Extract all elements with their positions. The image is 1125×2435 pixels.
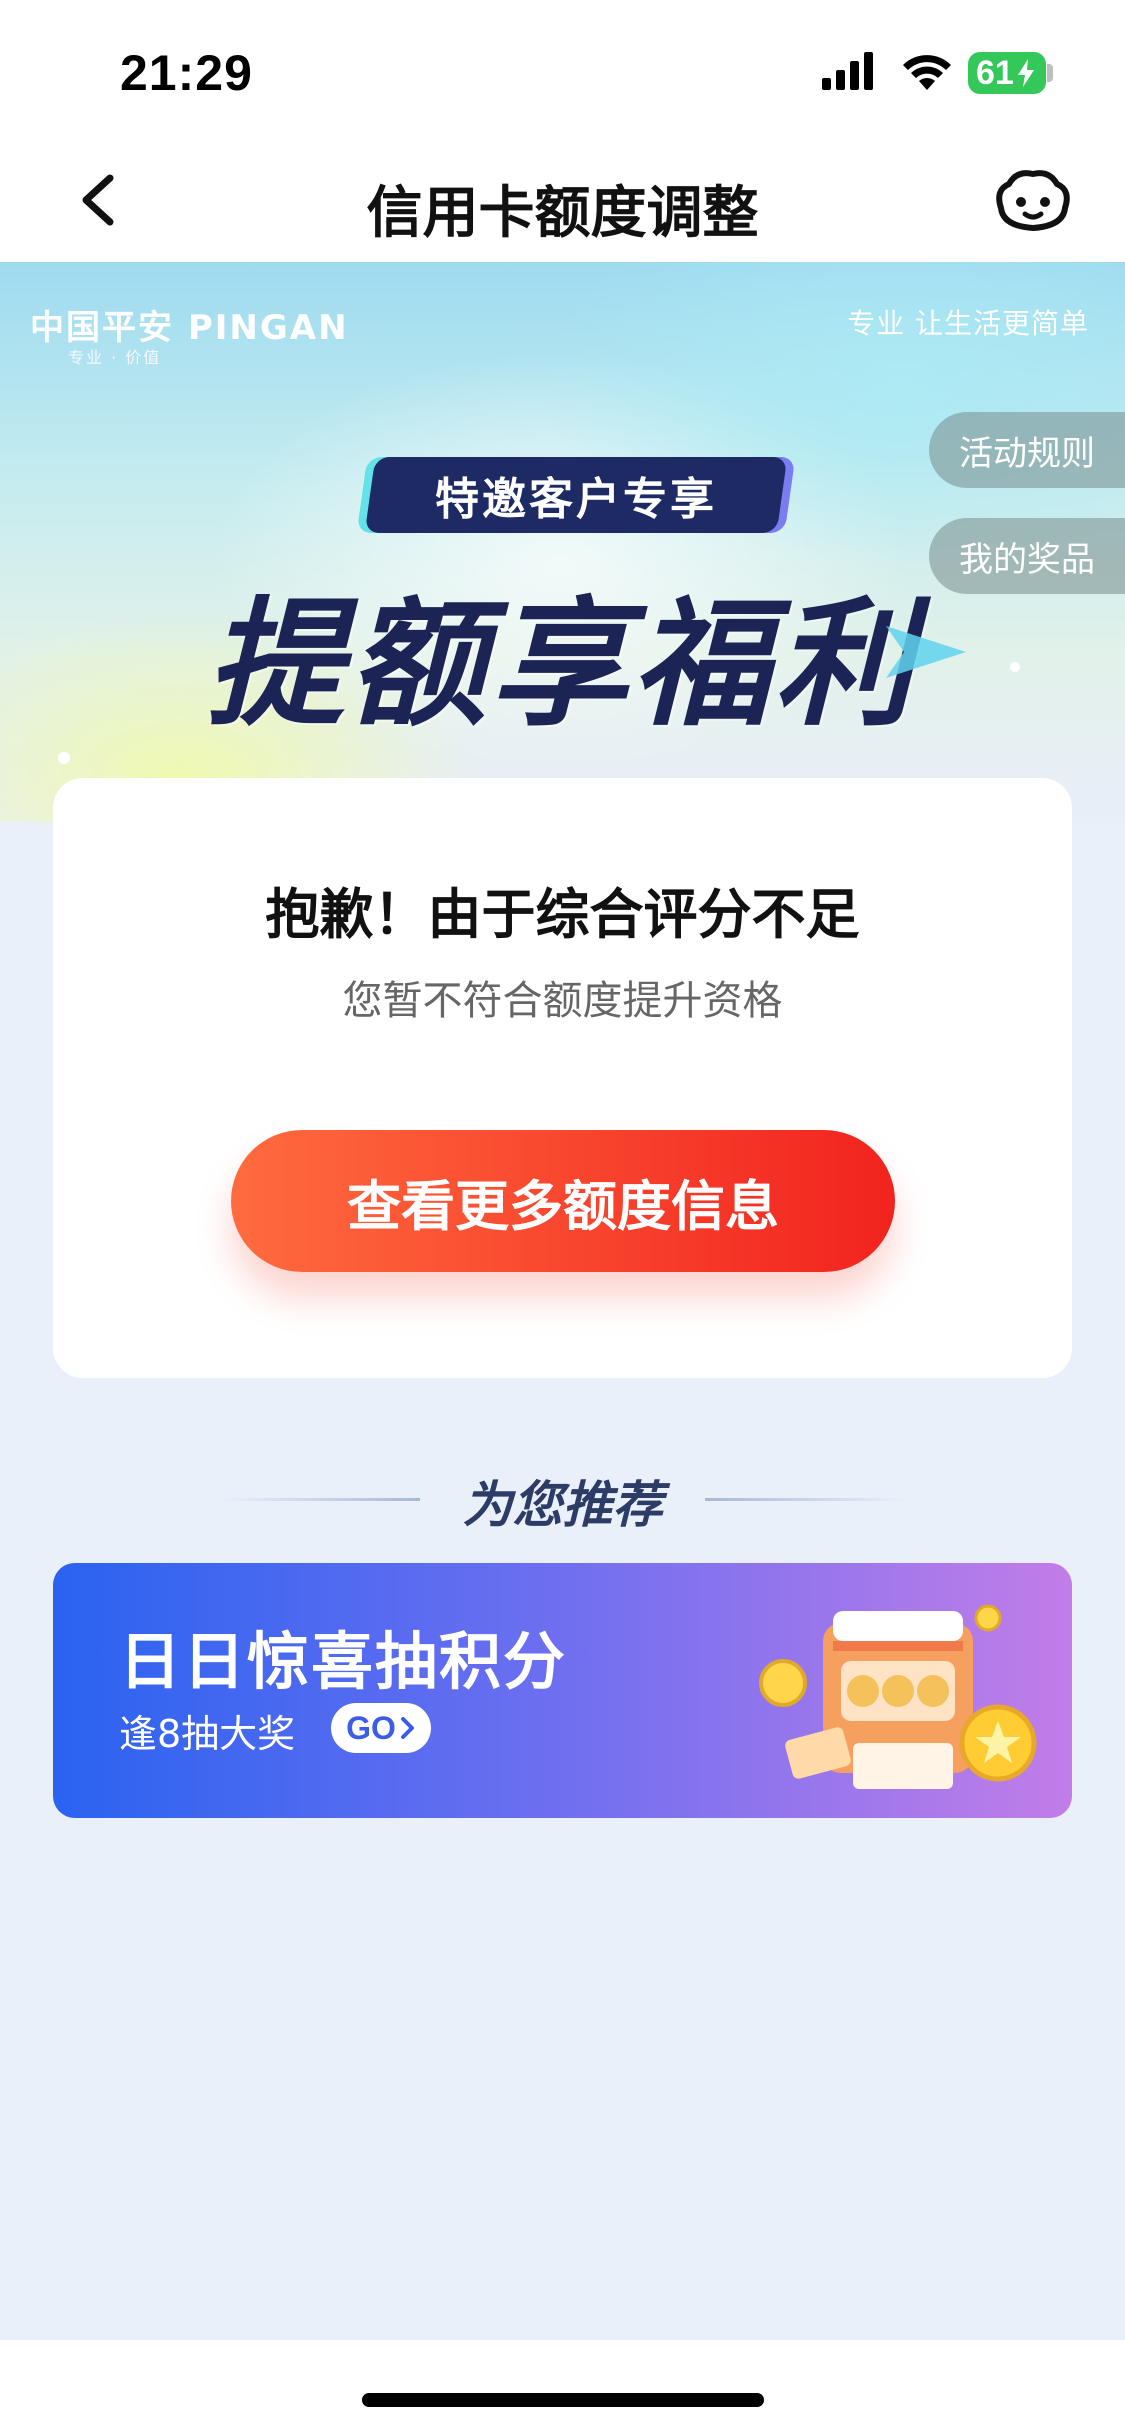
go-label: GO	[346, 1709, 396, 1746]
nav-bar: 信用卡额度调整	[0, 150, 1125, 263]
result-title: 抱歉！由于综合评分不足	[265, 883, 860, 946]
status-bar: 21:29 61	[0, 0, 1125, 150]
play-arrow-icon	[886, 626, 966, 678]
battery-icon: 61	[968, 52, 1046, 94]
battery-tip	[1047, 64, 1053, 82]
points-lottery-banner[interactable]: 日日惊喜抽积分 逢8抽大奖 GO	[53, 1563, 1072, 1818]
battery-level: 61	[976, 53, 1014, 92]
go-button[interactable]: GO	[331, 1703, 431, 1753]
result-card: 抱歉！由于综合评分不足 您暂不符合额度提升资格 查看更多额度信息	[53, 778, 1072, 1378]
chevron-right-icon	[400, 1717, 414, 1739]
page-title: 信用卡额度调整	[366, 181, 759, 246]
result-description: 您暂不符合额度提升资格	[342, 978, 783, 1024]
brand-subtitle: 专业 · 价值	[68, 348, 162, 367]
view-more-limit-button[interactable]: 查看更多额度信息	[231, 1130, 895, 1272]
sparkle-dot	[58, 752, 70, 764]
hero-banner: 中国平安 PINGAN 专业 · 价值 专业 让生活更简单 活动规则 我的奖品 …	[0, 262, 1125, 822]
hero-headline: 提额享福利	[206, 584, 917, 745]
section-divider-right	[705, 1498, 905, 1501]
activity-rules-button[interactable]: 活动规则	[929, 412, 1125, 488]
bottom-safe-area	[0, 2340, 1125, 2435]
sparkle-dot	[1010, 662, 1020, 672]
charging-bolt-icon	[1017, 59, 1034, 87]
assistant-icon[interactable]	[995, 168, 1071, 234]
special-invite-tag: 特邀客户专享	[435, 474, 717, 525]
brand-slogan: 专业 让生活更简单	[847, 307, 1089, 340]
promo-title: 日日惊喜抽积分	[119, 1625, 568, 1698]
home-indicator[interactable]	[362, 2393, 764, 2407]
recommend-section-title: 为您推荐	[462, 1476, 663, 1534]
slot-machine-icon	[759, 1604, 1037, 1789]
my-prizes-button[interactable]: 我的奖品	[929, 518, 1125, 594]
brand-logo: 中国平安 PINGAN	[30, 308, 349, 348]
promo-subtitle: 逢8抽大奖	[119, 1712, 296, 1756]
signal-icon	[822, 52, 873, 90]
status-time: 21:29	[120, 45, 253, 101]
wifi-icon	[903, 55, 951, 90]
